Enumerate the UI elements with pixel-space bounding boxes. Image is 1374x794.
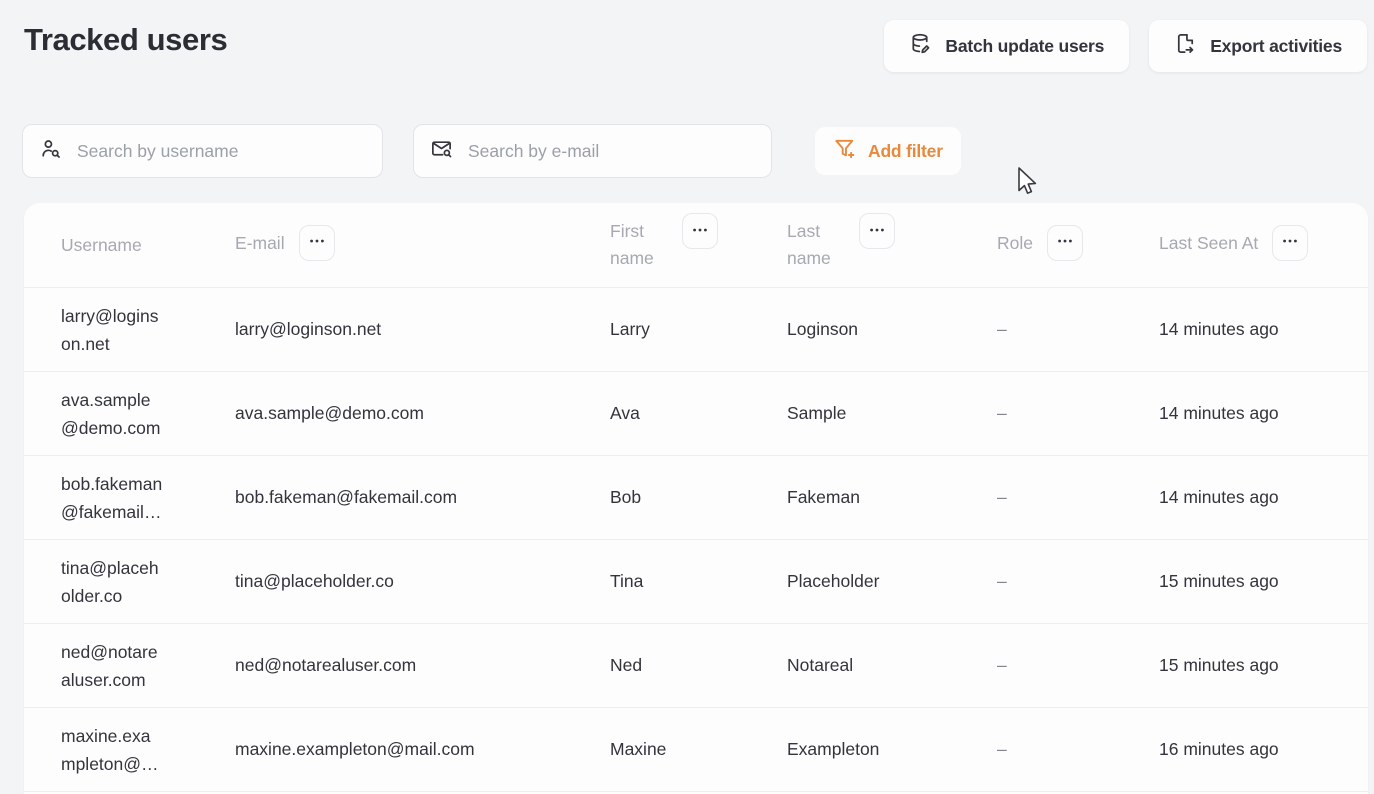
username-cell: maxine.exampleton@mail.com [61, 708, 235, 791]
last-name-cell: Notareal [787, 624, 997, 707]
role-column-menu-button[interactable] [1047, 225, 1083, 261]
table-row[interactable]: tina@placeholder.co tina@placeholder.co … [24, 539, 1368, 623]
email-search-input[interactable] [468, 141, 755, 162]
username-cell: larry@loginson.net [61, 288, 235, 371]
username-cell: ned@notarealuser.com [61, 624, 235, 707]
column-label: First name [610, 218, 668, 272]
column-header-last-seen-at: Last Seen At [1159, 203, 1368, 287]
database-edit-icon [909, 32, 932, 60]
table-header-row: Username E-mail First name [24, 203, 1368, 287]
column-label: Last Seen At [1159, 230, 1258, 257]
mail-search-icon [430, 137, 453, 165]
table-row[interactable]: bob.fakeman@fakemail.com bob.fakeman@fak… [24, 455, 1368, 539]
table-row[interactable]: maxine.exampleton@mail.com maxine.exampl… [24, 707, 1368, 791]
ellipsis-icon [1055, 231, 1075, 254]
table-row[interactable]: ava.sample@demo.com ava.sample@demo.com … [24, 371, 1368, 455]
email-cell: ned@notarealuser.com [235, 624, 610, 707]
column-header-last-name: Last name [787, 203, 997, 287]
role-cell: – [997, 708, 1159, 791]
batch-update-users-label: Batch update users [945, 36, 1104, 57]
export-activities-label: Export activities [1210, 36, 1342, 57]
column-label: E-mail [235, 230, 285, 257]
column-label: Role [997, 230, 1033, 257]
top-actions: Batch update users Export activities [884, 20, 1367, 72]
add-filter-label: Add filter [868, 141, 943, 162]
last-name-cell: Fakeman [787, 456, 997, 539]
email-column-menu-button[interactable] [299, 225, 335, 261]
email-cell: tina@placeholder.co [235, 540, 610, 623]
filter-plus-icon [833, 137, 856, 165]
user-search-icon [39, 137, 62, 165]
column-label: Last name [787, 218, 845, 272]
role-cell: – [997, 372, 1159, 455]
filter-bar: Add filter [22, 124, 961, 178]
column-header-username: Username [61, 203, 235, 287]
column-header-first-name: First name [610, 203, 787, 287]
first-name-cell: Maxine [610, 708, 787, 791]
last-name-cell: Exampleton [787, 708, 997, 791]
column-header-role: Role [997, 203, 1159, 287]
first-name-cell: Bob [610, 456, 787, 539]
export-activities-button[interactable]: Export activities [1149, 20, 1367, 72]
email-search-box[interactable] [413, 124, 772, 178]
last-name-cell: Sample [787, 372, 997, 455]
last-name-cell: Loginson [787, 288, 997, 371]
email-cell: maxine.exampleton@mail.com [235, 708, 610, 791]
username-cell: bob.fakeman@fakemail.com [61, 456, 235, 539]
username-cell: tina@placeholder.co [61, 540, 235, 623]
role-cell: – [997, 624, 1159, 707]
role-cell: – [997, 540, 1159, 623]
last-seen-cell: 14 minutes ago [1159, 288, 1368, 371]
first-name-cell: Ava [610, 372, 787, 455]
role-cell: – [997, 456, 1159, 539]
column-label: Username [61, 232, 142, 259]
last-seen-cell: 14 minutes ago [1159, 456, 1368, 539]
username-cell: ava.sample@demo.com [61, 372, 235, 455]
ellipsis-icon [307, 231, 327, 254]
first-name-cell: Ned [610, 624, 787, 707]
first-name-cell: Larry [610, 288, 787, 371]
username-search-input[interactable] [77, 141, 366, 162]
email-cell: bob.fakeman@fakemail.com [235, 456, 610, 539]
column-header-email: E-mail [235, 203, 610, 287]
last-seen-cell: 16 minutes ago [1159, 708, 1368, 791]
first-name-cell: Tina [610, 540, 787, 623]
last-seen-cell: 14 minutes ago [1159, 372, 1368, 455]
ellipsis-icon [1280, 231, 1300, 254]
ellipsis-icon [867, 220, 887, 243]
mouse-cursor [1013, 166, 1037, 205]
tracked-users-table: Username E-mail First name [24, 203, 1368, 794]
last-seen-cell: 15 minutes ago [1159, 624, 1368, 707]
email-cell: ava.sample@demo.com [235, 372, 610, 455]
file-export-icon [1174, 32, 1197, 60]
ellipsis-icon [690, 220, 710, 243]
last-seen-cell: 15 minutes ago [1159, 540, 1368, 623]
first-name-column-menu-button[interactable] [682, 213, 718, 249]
role-cell: – [997, 288, 1159, 371]
batch-update-users-button[interactable]: Batch update users [884, 20, 1129, 72]
add-filter-button[interactable]: Add filter [815, 127, 961, 175]
last-seen-column-menu-button[interactable] [1272, 225, 1308, 261]
email-cell: larry@loginson.net [235, 288, 610, 371]
table-row[interactable]: ned@notarealuser.com ned@notarealuser.co… [24, 623, 1368, 707]
last-name-column-menu-button[interactable] [859, 213, 895, 249]
table-row[interactable]: larry@loginson.net larry@loginson.net La… [24, 287, 1368, 371]
page-title: Tracked users [24, 22, 227, 58]
last-name-cell: Placeholder [787, 540, 997, 623]
username-search-box[interactable] [22, 124, 383, 178]
